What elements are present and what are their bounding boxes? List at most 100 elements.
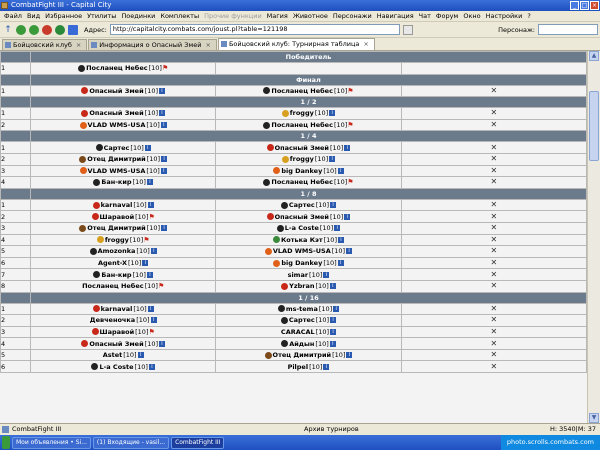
fighter-name[interactable]: VLAD WMS-USA — [273, 247, 331, 255]
fighter-name[interactable]: Astet — [103, 351, 123, 359]
fighter-name[interactable]: Yzbran — [289, 282, 314, 290]
fighter-name[interactable]: Amozonka — [98, 247, 136, 255]
crossed-swords-icon[interactable]: ✕ — [490, 143, 497, 152]
menu-item[interactable]: ? — [527, 12, 530, 20]
fighter-name[interactable]: Шаравой — [100, 213, 135, 221]
menu-item[interactable]: Форум — [436, 12, 458, 20]
taskbar-task[interactable]: Мои объявления • Si... — [12, 436, 91, 449]
address-input[interactable]: http://capitalcity.combats.com/joust.pl?… — [109, 24, 400, 35]
info-icon[interactable]: i — [330, 317, 337, 324]
info-icon[interactable]: i — [330, 328, 337, 335]
crossed-swords-icon[interactable]: ✕ — [490, 247, 497, 255]
info-icon[interactable]: i — [329, 110, 336, 117]
fighter-name[interactable]: Шаравой — [100, 328, 135, 336]
browser-tab[interactable]: Бойцовский клуб: Турнирная таблица × — [217, 38, 375, 50]
go-button[interactable] — [402, 24, 413, 35]
info-icon[interactable]: i — [144, 144, 151, 151]
refresh-icon[interactable] — [55, 24, 65, 35]
fighter-name[interactable]: ms-tema — [286, 305, 318, 313]
info-icon[interactable]: i — [329, 340, 336, 347]
fighter-name[interactable]: froggy — [290, 155, 314, 163]
start-button[interactable] — [2, 436, 10, 449]
crossed-swords-icon[interactable]: ✕ — [490, 351, 497, 359]
scroll-thumb[interactable] — [589, 91, 599, 161]
fighter-name[interactable]: Сартес — [289, 201, 315, 209]
info-icon[interactable]: i — [329, 156, 336, 163]
info-icon[interactable]: i — [147, 202, 154, 209]
fighter-name[interactable]: froggy — [290, 109, 314, 117]
info-icon[interactable]: i — [160, 122, 167, 129]
menu-item[interactable]: Поединки — [121, 12, 155, 20]
info-icon[interactable]: i — [334, 225, 341, 232]
scroll-down-icon[interactable]: ▼ — [589, 413, 599, 423]
fighter-name[interactable]: Опасный Змей — [275, 213, 329, 221]
info-icon[interactable]: i — [161, 156, 168, 163]
fighter-name[interactable]: Посланец Небес — [271, 121, 333, 129]
menu-item[interactable]: Настройки — [486, 12, 523, 20]
info-icon[interactable]: i — [159, 110, 165, 117]
crossed-swords-icon[interactable]: ✕ — [490, 178, 497, 186]
fighter-name[interactable]: karnaval — [101, 201, 133, 209]
info-icon[interactable]: i — [147, 305, 154, 312]
crossed-swords-icon[interactable]: ✕ — [490, 327, 497, 336]
info-icon[interactable]: i — [346, 248, 353, 255]
minimize-icon[interactable]: _ — [570, 1, 579, 10]
crossed-swords-icon[interactable]: ✕ — [490, 201, 497, 209]
fighter-name[interactable]: Отец Димитрий — [87, 224, 146, 232]
info-icon[interactable]: i — [159, 87, 165, 94]
info-icon[interactable]: i — [344, 213, 351, 220]
fighter-name[interactable]: Посланец Небес — [82, 282, 144, 290]
menu-item[interactable]: Файл — [4, 12, 22, 20]
info-icon[interactable]: i — [333, 305, 340, 312]
home-icon[interactable] — [68, 24, 78, 35]
crossed-swords-icon[interactable]: ✕ — [490, 166, 497, 175]
info-icon[interactable]: i — [142, 260, 149, 267]
menu-item[interactable]: Персонажи — [333, 12, 372, 20]
fighter-name[interactable]: L-a Coste — [285, 224, 319, 232]
fighter-name[interactable]: Сартес — [289, 316, 315, 324]
fighter-name[interactable]: Посланец Небес — [271, 178, 333, 186]
menu-item[interactable]: Прочие функции — [204, 12, 262, 20]
tab-close-icon[interactable]: × — [76, 41, 81, 49]
info-icon[interactable]: i — [137, 352, 144, 359]
crossed-swords-icon[interactable]: ✕ — [490, 304, 497, 313]
maximize-icon[interactable]: □ — [580, 1, 589, 10]
menu-item[interactable]: Утилиты — [87, 12, 116, 20]
menu-item[interactable]: Чат — [419, 12, 431, 20]
menu-item[interactable]: Комплекты — [160, 12, 199, 20]
fighter-name[interactable]: froggy — [105, 236, 129, 244]
back-icon[interactable] — [16, 24, 26, 35]
fighter-name[interactable]: Котька Кэт — [281, 236, 323, 244]
fighter-name[interactable]: CARACAL — [281, 328, 315, 336]
vertical-scrollbar[interactable]: ▲ ▼ — [587, 51, 600, 423]
crossed-swords-icon[interactable]: ✕ — [490, 339, 497, 348]
fighter-name[interactable]: Девченочка — [90, 316, 135, 324]
fighter-name[interactable]: Отец Димитрий — [273, 351, 332, 359]
fighter-name[interactable]: Опасный Змей — [275, 144, 329, 152]
fighter-name[interactable]: big Dankey — [281, 167, 322, 175]
crossed-swords-icon[interactable]: ✕ — [490, 270, 497, 279]
crossed-swords-icon[interactable]: ✕ — [490, 362, 497, 371]
persona-select[interactable] — [538, 24, 598, 35]
fighter-name[interactable]: VLAD WMS-USA — [88, 167, 146, 175]
menu-item[interactable]: Окно — [463, 12, 480, 20]
info-icon[interactable]: i — [323, 363, 330, 370]
info-icon[interactable]: i — [323, 271, 330, 278]
fighter-name[interactable]: simar — [288, 271, 308, 279]
info-icon[interactable]: i — [329, 283, 336, 290]
info-icon[interactable]: i — [148, 363, 155, 370]
close-icon[interactable]: × — [590, 1, 599, 10]
crossed-swords-icon[interactable]: ✕ — [490, 282, 497, 290]
info-icon[interactable]: i — [150, 248, 157, 255]
taskbar-task[interactable]: CombatFight III — [171, 436, 225, 449]
fighter-name[interactable]: Опасный Змей — [89, 109, 143, 117]
fighter-name[interactable]: big Dankey — [281, 259, 322, 267]
fighter-name[interactable]: Посланец Небес — [271, 87, 333, 95]
fighter-name[interactable]: Айдын — [289, 340, 314, 348]
fighter-name[interactable]: Сартес — [104, 144, 130, 152]
stop-icon[interactable] — [42, 24, 52, 35]
fighter-name[interactable]: L-a Coste — [99, 363, 133, 371]
menu-item[interactable]: Навигация — [377, 12, 414, 20]
info-icon[interactable]: i — [337, 260, 344, 267]
fighter-name[interactable]: Посланец Небес — [86, 64, 148, 72]
